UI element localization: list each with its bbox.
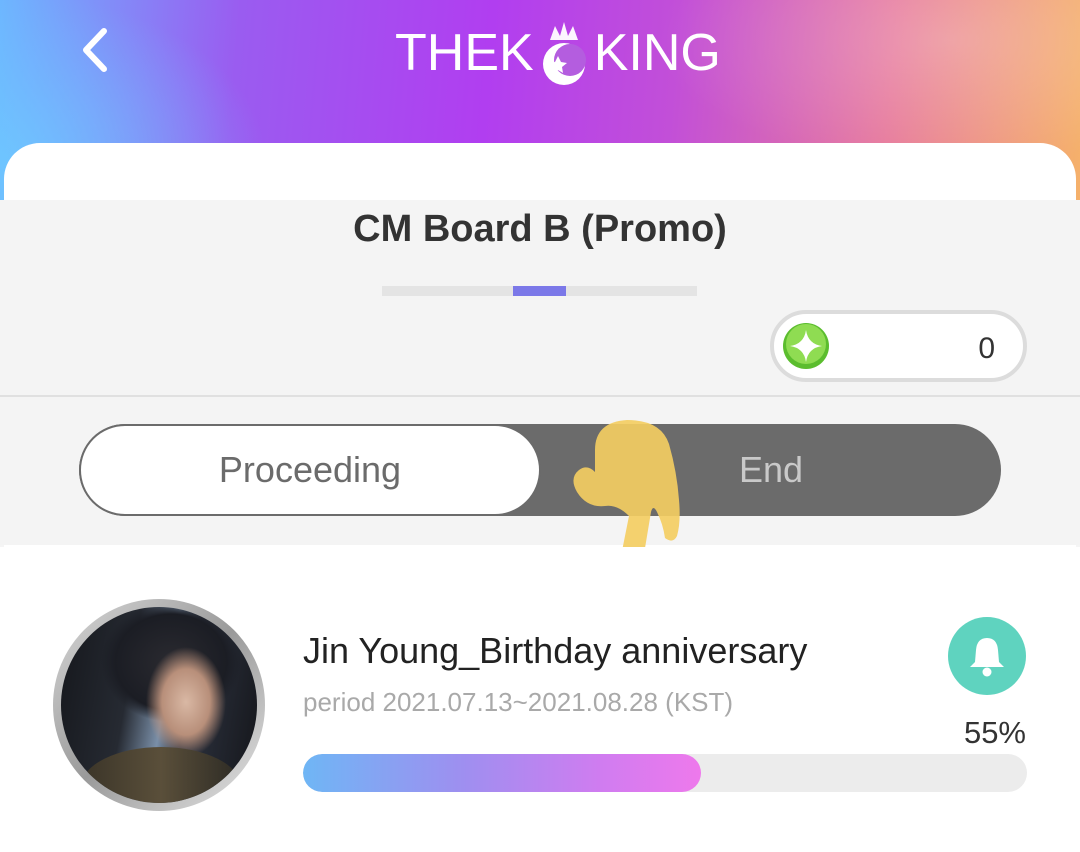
page-title: CM Board B (Promo): [353, 208, 727, 250]
back-button[interactable]: [70, 22, 120, 78]
points-display: 0: [770, 310, 1027, 382]
event-period: period 2021.07.13~2021.08.28 (KST): [303, 687, 734, 717]
tab-end[interactable]: End: [541, 424, 1001, 516]
progress-fill: [303, 754, 702, 792]
app-logo: THEK KING: [395, 18, 721, 88]
alert-button[interactable]: [948, 617, 1026, 695]
progress-percent: 55%: [963, 715, 1026, 750]
avatar[interactable]: [61, 607, 257, 803]
divider: [0, 395, 1080, 397]
crown-moon-icon: [542, 22, 586, 85]
logo-text-right: KING: [593, 24, 721, 82]
chevron-left-icon: [83, 28, 107, 72]
event-title[interactable]: Jin Young_Birthday anniversary: [303, 630, 807, 672]
avatar-shoulder: [81, 747, 241, 803]
tab-proceeding[interactable]: Proceeding: [79, 424, 541, 516]
logo-text-left: THEK: [395, 24, 534, 82]
status-toggle: Proceeding End: [79, 424, 1001, 516]
points-value: 0: [978, 332, 995, 365]
bell-icon: [970, 638, 1004, 677]
progress-bar: [303, 754, 1027, 792]
sparkle-star-icon: [783, 323, 829, 369]
page-indicator-thumb: [513, 286, 566, 296]
